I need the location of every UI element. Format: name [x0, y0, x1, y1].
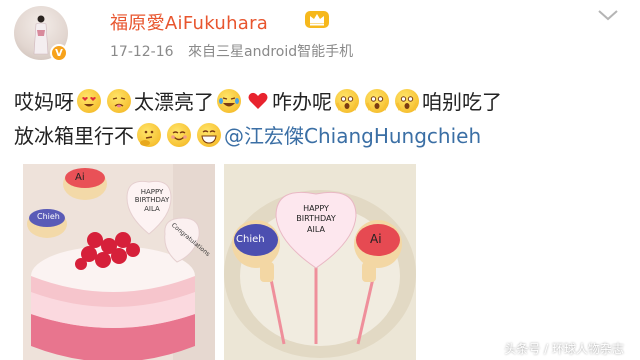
post-text-3: 咋办呢: [272, 90, 332, 114]
scared-face-emoji-icon: [335, 88, 359, 113]
cake-photo-image: [23, 164, 215, 360]
post-text-line-2: 放冰箱里行不 @江宏傑ChiangHungchieh: [14, 120, 481, 149]
watermark: 头条号 / 环球人物杂志: [504, 342, 624, 356]
post-text-line-1: 哎妈呀 太漂亮了 咋办呢 咱别吃了: [14, 86, 502, 115]
cookie-heart-text-right: HAPPY BIRTHDAY AILA: [296, 204, 336, 234]
crown-icon: [305, 11, 329, 28]
red-heart-icon: [248, 92, 268, 109]
post-text-2: 太漂亮了: [134, 90, 214, 114]
avatar-container[interactable]: V: [14, 6, 68, 62]
paddle-a-text: Ai: [75, 172, 85, 183]
post-text-1: 哎妈呀: [14, 90, 74, 114]
post-text-4: 咱别吃了: [422, 90, 502, 114]
avatar-figure: [33, 15, 49, 55]
grinning-face-emoji-icon: [197, 122, 221, 147]
laughing-crying-emoji-icon: [217, 88, 241, 113]
scared-face-emoji-icon: [395, 88, 419, 113]
crying-face-emoji-icon: [107, 88, 131, 113]
paddle-right-text: Ai: [370, 232, 382, 246]
smiling-face-emoji-icon: [167, 122, 191, 147]
username[interactable]: 福原愛AiFukuhara: [110, 9, 268, 35]
post-meta: 17-12-16 來自三星android智能手机: [110, 41, 353, 61]
post-text-5: 放冰箱里行不: [14, 124, 134, 148]
paddle-left-text: Chieh: [236, 234, 265, 245]
heart-eyes-emoji-icon: [77, 88, 101, 113]
photo-cake[interactable]: HAPPY BIRTHDAY AILA Ai Chieh Congratulat…: [23, 164, 215, 360]
post-source[interactable]: 來自三星android智能手机: [188, 44, 353, 60]
verified-badge-icon: V: [50, 44, 68, 62]
paddle-b-text: Chieh: [37, 212, 60, 221]
chevron-down-icon[interactable]: [597, 8, 619, 22]
mention-link[interactable]: @江宏傑ChiangHungchieh: [224, 120, 481, 149]
photo-cookies[interactable]: HAPPY BIRTHDAY AILA Chieh Ai: [224, 164, 416, 360]
thinking-face-emoji-icon: [137, 122, 161, 147]
scared-face-emoji-icon: [365, 88, 389, 113]
post-date: 17-12-16: [110, 44, 174, 60]
cookies-photo-image: [224, 164, 416, 360]
cookie-heart-text: HAPPY BIRTHDAY AILA: [134, 188, 170, 213]
